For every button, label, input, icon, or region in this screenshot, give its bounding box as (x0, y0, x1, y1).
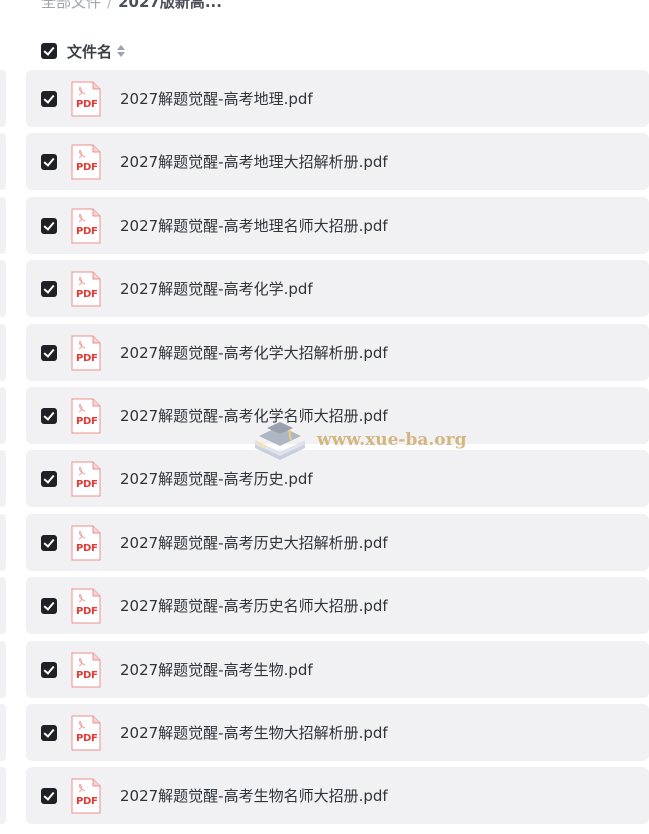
breadcrumb-root[interactable]: 全部文件 (41, 0, 101, 11)
sort-icon[interactable] (117, 45, 126, 57)
filename-column-header[interactable]: 文件名 (67, 41, 112, 62)
file-checkbox[interactable] (41, 787, 57, 804)
file-row[interactable]: PDF 2027解题觉醒-高考地理.pdf (26, 70, 649, 127)
file-row[interactable]: PDF 2027解题觉醒-高考历史大招解析册.pdf (26, 514, 649, 571)
file-row[interactable]: PDF 2027解题觉醒-高考生物名师大招册.pdf (26, 767, 649, 824)
pdf-file-icon: PDF (71, 588, 101, 624)
file-checkbox[interactable] (41, 534, 57, 551)
pdf-file-icon: PDF (71, 652, 101, 688)
left-pane-row-edge (0, 260, 6, 317)
file-browser-panel: 全部文件 / 2027版新高... 文件名 PDF 2027解题觉醒-高考地理.pdf… (0, 0, 649, 834)
left-pane-row-edge (0, 133, 6, 190)
file-checkbox[interactable] (41, 597, 57, 614)
pdf-file-icon: PDF (71, 525, 101, 561)
file-name[interactable]: 2027解题觉醒-高考生物.pdf (120, 659, 313, 680)
breadcrumb: 全部文件 / 2027版新高... (41, 0, 222, 13)
pdf-badge-text: PDF (76, 478, 98, 490)
select-all-checkbox[interactable] (41, 43, 57, 59)
file-name[interactable]: 2027解题觉醒-高考地理.pdf (120, 88, 313, 109)
file-name[interactable]: 2027解题觉醒-高考生物名师大招册.pdf (120, 785, 388, 806)
file-checkbox[interactable] (41, 344, 57, 361)
file-checkbox[interactable] (41, 724, 57, 741)
pdf-file-icon: PDF (71, 335, 101, 371)
file-row[interactable]: PDF 2027解题觉醒-高考生物大招解析册.pdf (26, 704, 649, 761)
breadcrumb-current[interactable]: 2027版新高... (118, 0, 222, 11)
left-pane-row-edge (0, 324, 6, 381)
left-pane-row-edge (0, 577, 6, 634)
pdf-file-icon: PDF (71, 461, 101, 497)
left-pane-row-edge (0, 387, 6, 444)
file-row[interactable]: PDF 2027解题觉醒-高考地理大招解析册.pdf (26, 133, 649, 190)
pdf-file-icon: PDF (71, 715, 101, 751)
file-name[interactable]: 2027解题觉醒-高考化学.pdf (120, 278, 313, 299)
pdf-file-icon: PDF (71, 208, 101, 244)
list-header: 文件名 (41, 40, 126, 62)
pdf-badge-text: PDF (76, 415, 98, 427)
pdf-badge-text: PDF (76, 352, 98, 364)
file-name[interactable]: 2027解题觉醒-高考历史大招解析册.pdf (120, 532, 388, 553)
pdf-badge-text: PDF (76, 669, 98, 681)
file-checkbox[interactable] (41, 217, 57, 234)
pdf-badge-text: PDF (76, 161, 98, 173)
left-pane-row-edge (0, 704, 6, 761)
left-pane-row-edge (0, 450, 6, 507)
pdf-badge-text: PDF (76, 288, 98, 300)
file-name[interactable]: 2027解题觉醒-高考生物大招解析册.pdf (120, 722, 388, 743)
file-row[interactable]: PDF 2027解题觉醒-高考历史.pdf (26, 450, 649, 507)
left-pane-row-edge (0, 641, 6, 698)
pdf-file-icon: PDF (71, 398, 101, 434)
file-checkbox[interactable] (41, 280, 57, 297)
pdf-badge-text: PDF (76, 605, 98, 617)
file-row[interactable]: PDF 2027解题觉醒-高考历史名师大招册.pdf (26, 577, 649, 634)
pdf-file-icon: PDF (71, 271, 101, 307)
pdf-badge-text: PDF (76, 225, 98, 237)
file-checkbox[interactable] (41, 90, 57, 107)
file-checkbox[interactable] (41, 661, 57, 678)
file-row[interactable]: PDF 2027解题觉醒-高考化学名师大招册.pdf (26, 387, 649, 444)
left-pane-row-edge (0, 197, 6, 254)
left-pane-row-edge (0, 767, 6, 824)
breadcrumb-separator: / (107, 0, 113, 11)
file-row[interactable]: PDF 2027解题觉醒-高考地理名师大招册.pdf (26, 197, 649, 254)
pdf-badge-text: PDF (76, 542, 98, 554)
file-name[interactable]: 2027解题觉醒-高考历史名师大招册.pdf (120, 595, 388, 616)
file-row[interactable]: PDF 2027解题觉醒-高考生物.pdf (26, 641, 649, 698)
file-checkbox[interactable] (41, 470, 57, 487)
file-name[interactable]: 2027解题觉醒-高考历史.pdf (120, 468, 313, 489)
pdf-badge-text: PDF (76, 98, 98, 110)
file-name[interactable]: 2027解题觉醒-高考化学大招解析册.pdf (120, 342, 388, 363)
left-pane-row-edge (0, 514, 6, 571)
pdf-file-icon: PDF (71, 81, 101, 117)
file-checkbox[interactable] (41, 153, 57, 170)
left-pane-row-edge (0, 70, 6, 127)
pdf-badge-text: PDF (76, 795, 98, 807)
file-name[interactable]: 2027解题觉醒-高考地理大招解析册.pdf (120, 151, 388, 172)
pdf-file-icon: PDF (71, 778, 101, 814)
file-name[interactable]: 2027解题觉醒-高考地理名师大招册.pdf (120, 215, 388, 236)
pdf-file-icon: PDF (71, 144, 101, 180)
file-row[interactable]: PDF 2027解题觉醒-高考化学.pdf (26, 260, 649, 317)
pdf-badge-text: PDF (76, 732, 98, 744)
file-row[interactable]: PDF 2027解题觉醒-高考化学大招解析册.pdf (26, 324, 649, 381)
file-name[interactable]: 2027解题觉醒-高考化学名师大招册.pdf (120, 405, 388, 426)
file-checkbox[interactable] (41, 407, 57, 424)
